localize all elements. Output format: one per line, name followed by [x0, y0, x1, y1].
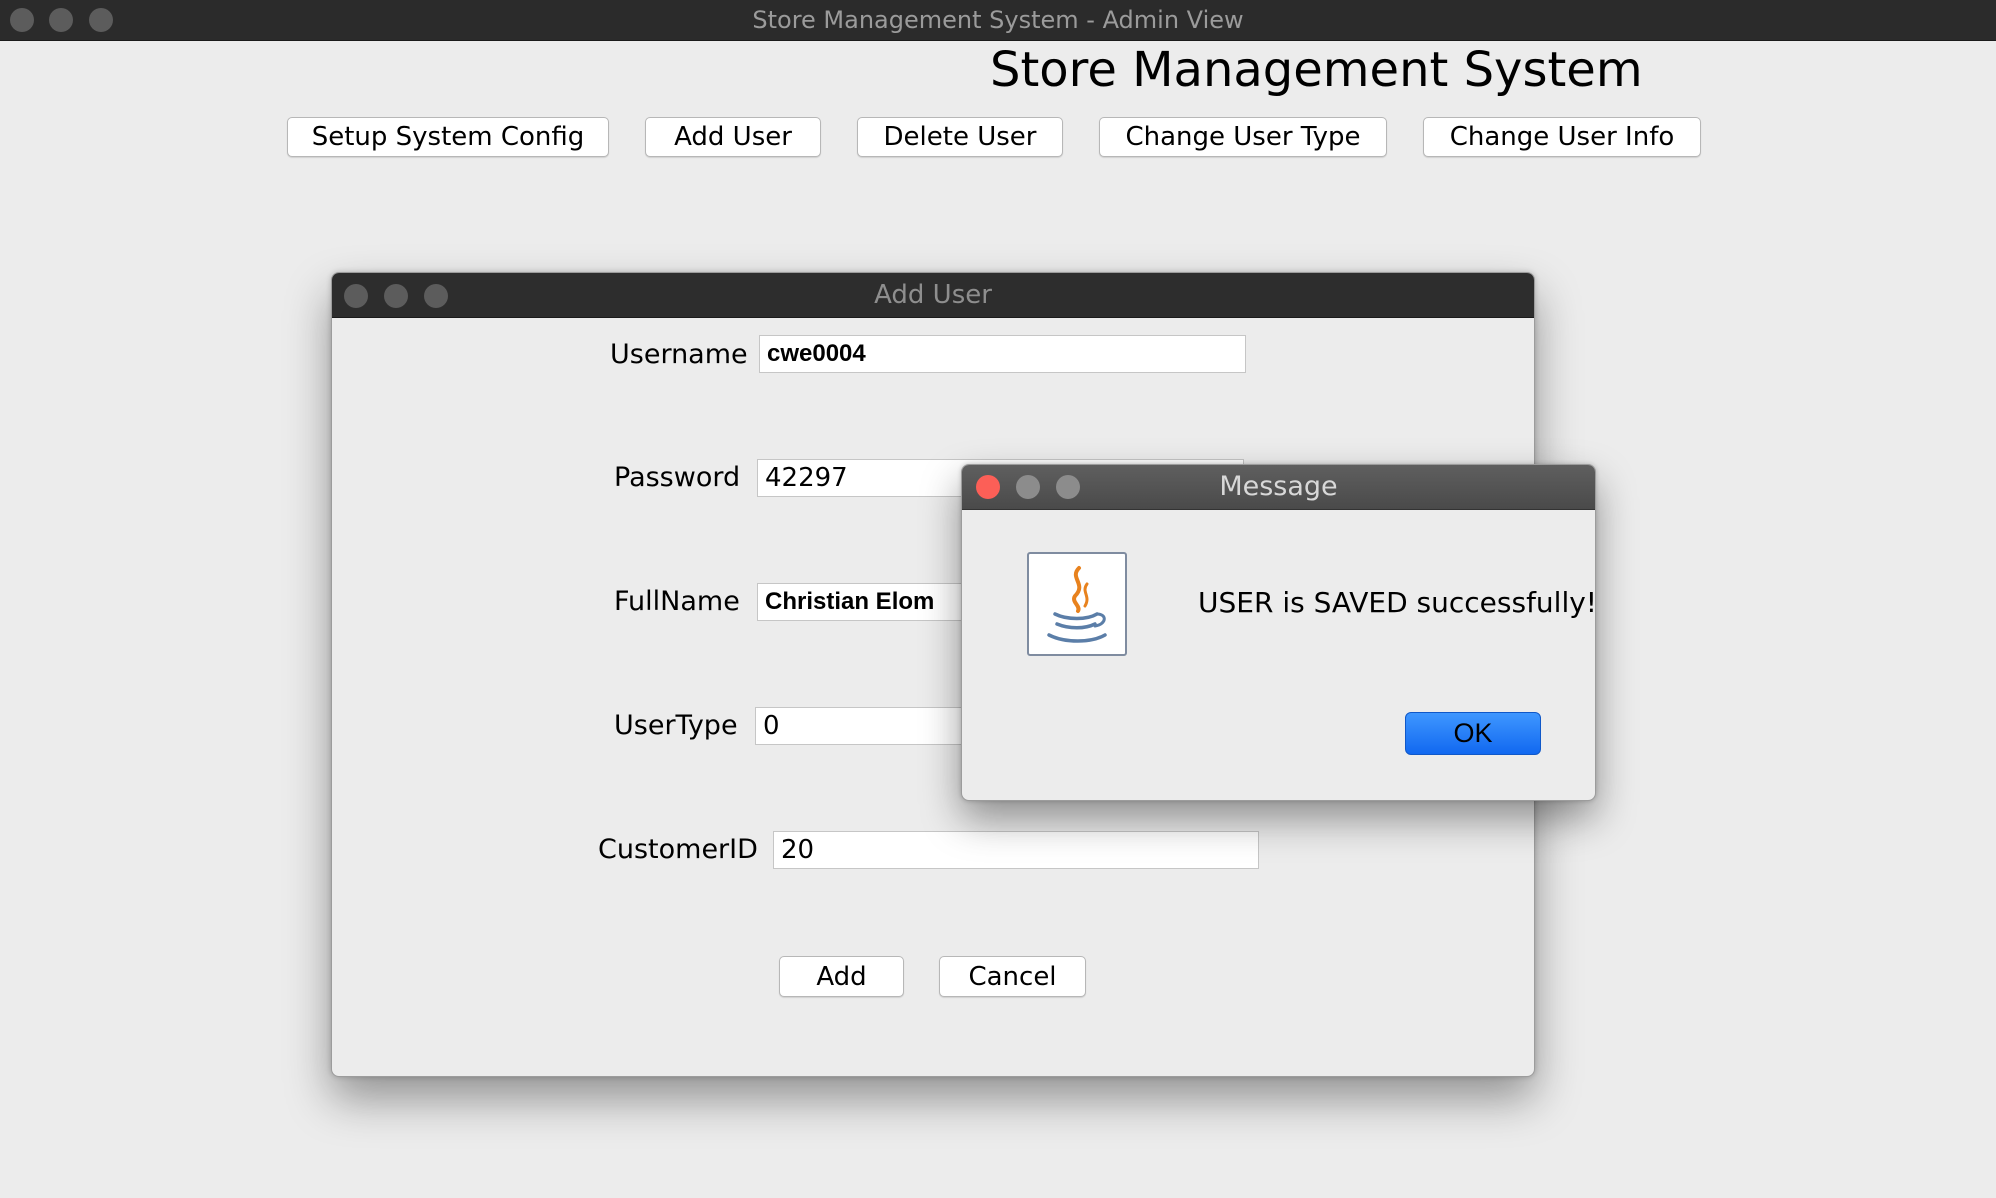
window-title: Store Management System - Admin View [752, 6, 1244, 34]
fullname-label: FullName [614, 586, 740, 617]
change-user-info-button[interactable]: Change User Info [1423, 117, 1701, 157]
change-user-type-button[interactable]: Change User Type [1099, 117, 1387, 157]
add-user-dialog-title: Add User [874, 280, 992, 310]
message-dialog-title: Message [1219, 471, 1338, 502]
username-label: Username [610, 339, 748, 370]
message-dialog: Message USER is SAVED successfully! OK [961, 464, 1596, 801]
add-button[interactable]: Add [779, 956, 904, 997]
customerid-label: CustomerID [598, 834, 758, 865]
password-label: Password [614, 462, 741, 493]
add-user-button[interactable]: Add User [645, 117, 821, 157]
delete-user-button[interactable]: Delete User [857, 117, 1063, 157]
customerid-field[interactable]: 20 [773, 831, 1259, 869]
message-text: USER is SAVED successfully! [1198, 586, 1596, 619]
java-coffee-cup-icon [1027, 552, 1127, 656]
app-heading: Store Management System [990, 42, 1643, 98]
username-field[interactable]: cwe0004 [759, 335, 1246, 373]
main-titlebar: Store Management System - Admin View [0, 0, 1996, 41]
message-dialog-titlebar: Message [962, 465, 1595, 510]
usertype-label: UserType [614, 710, 738, 741]
ok-button[interactable]: OK [1405, 712, 1541, 755]
add-user-dialog-titlebar: Add User [332, 273, 1534, 318]
setup-system-config-button[interactable]: Setup System Config [287, 117, 609, 157]
cancel-button[interactable]: Cancel [939, 956, 1086, 997]
